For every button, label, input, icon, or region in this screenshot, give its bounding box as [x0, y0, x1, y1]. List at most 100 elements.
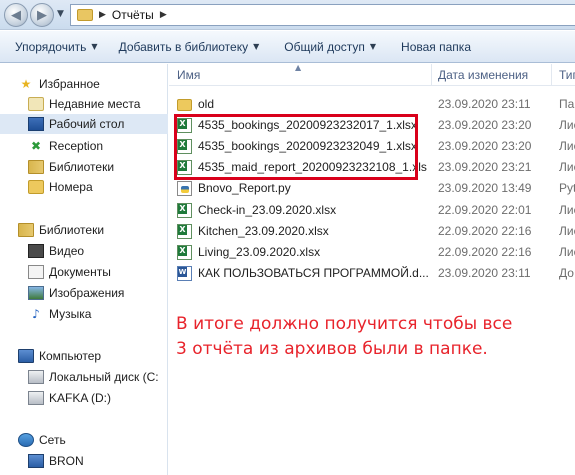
sidebar-item-desktop[interactable]: Рабочий стол: [0, 114, 168, 134]
folder-icon: [28, 180, 44, 194]
back-arrow-icon: ◀: [11, 7, 21, 23]
file-name: Bnovo_Report.py: [198, 181, 291, 195]
folder-icon: [77, 9, 93, 21]
file-type: Лис: [559, 245, 575, 259]
file-date: 22.09.2020 22:01: [438, 203, 532, 217]
sidebar-group-label: Компьютер: [39, 349, 102, 363]
sidebar-item-pictures[interactable]: Изображения: [0, 283, 168, 303]
excel-file-icon: [177, 203, 192, 218]
file-name: Kitchen_23.09.2020.xlsx: [198, 224, 329, 238]
back-button[interactable]: ◀: [4, 3, 28, 27]
sidebar-item-local-disk-c[interactable]: Локальный диск (C:: [0, 367, 168, 387]
file-date: 22.09.2020 22:16: [438, 245, 532, 259]
column-divider[interactable]: [551, 64, 552, 86]
column-header-type[interactable]: Тип: [559, 68, 575, 82]
organize-button[interactable]: Упорядочить ▼: [0, 40, 98, 54]
annotation-line: 3 отчёта из архивов были в папке.: [176, 339, 488, 359]
file-type: Лис: [559, 160, 575, 174]
sidebar-item-label: Изображения: [49, 286, 125, 300]
star-icon: ★: [20, 77, 32, 91]
add-to-library-button[interactable]: Добавить в библиотеку ▼: [98, 40, 260, 54]
file-name: old: [198, 97, 215, 111]
file-type: Pyt: [559, 181, 575, 195]
sidebar-group-label: Избранное: [39, 77, 100, 91]
drive-icon: [28, 391, 44, 405]
forward-button[interactable]: ▶: [30, 3, 54, 27]
column-header-name[interactable]: Имя: [177, 68, 200, 82]
sidebar-group-network[interactable]: Сеть: [0, 430, 168, 450]
sidebar-item-label: BRON: [49, 454, 84, 468]
sidebar-item-label: Reception: [49, 139, 104, 153]
annotation-text: В итоге должно получится чтобы все 3 отч…: [176, 312, 556, 362]
excel-file-icon: [177, 245, 192, 260]
file-name: КАК ПОЛЬЗОВАТЬСЯ ПРОГРАММОЙ.d...: [198, 266, 429, 280]
reception-shortcut-icon: ✖: [30, 139, 42, 153]
add-to-library-label: Добавить в библиотеку: [118, 39, 249, 54]
file-row[interactable]: Check-in_23.09.2020.xlsx 22.09.2020 22:0…: [169, 200, 575, 220]
file-date: 22.09.2020 22:16: [438, 224, 532, 238]
file-type: До: [559, 266, 574, 280]
sidebar-item-nomera[interactable]: Номера: [0, 177, 168, 197]
sidebar-item-label: Недавние места: [49, 97, 141, 111]
new-folder-label: Новая папка: [401, 39, 471, 54]
file-date: 23.09.2020 23:20: [438, 118, 532, 132]
network-icon: [18, 433, 34, 447]
sidebar-item-bron[interactable]: BRON: [0, 451, 168, 471]
sidebar-item-label: Музыка: [49, 307, 92, 321]
file-type: Лис: [559, 224, 575, 238]
folder-icon: [177, 99, 192, 111]
new-folder-button[interactable]: Новая папка: [376, 40, 471, 54]
sidebar-item-recent-places[interactable]: Недавние места: [0, 94, 168, 114]
sidebar-group-libraries[interactable]: Библиотеки: [0, 220, 168, 240]
sidebar-item-video[interactable]: Видео: [0, 241, 168, 261]
highlight-rectangle: [174, 114, 418, 180]
recent-places-icon: [28, 97, 44, 111]
breadcrumb-item[interactable]: Отчёты: [112, 8, 154, 22]
file-type: Лис: [559, 118, 575, 132]
breadcrumb-separator-icon[interactable]: ▶: [99, 10, 106, 20]
sidebar-group-favorites[interactable]: ★ Избранное: [0, 74, 168, 94]
sidebar-item-music[interactable]: ♪ Музыка: [0, 304, 168, 324]
column-divider[interactable]: [431, 64, 432, 86]
file-name: Living_23.09.2020.xlsx: [198, 245, 321, 259]
word-file-icon: [177, 266, 192, 281]
forward-arrow-icon: ▶: [37, 7, 47, 23]
sidebar-group-computer[interactable]: Компьютер: [0, 346, 168, 366]
python-file-icon: [177, 181, 192, 196]
annotation-line: В итоге должно получится чтобы все: [176, 314, 513, 334]
file-type: Лис: [559, 203, 575, 217]
sidebar-item-label: Документы: [49, 265, 111, 279]
file-date: 23.09.2020 23:11: [438, 266, 531, 280]
excel-file-icon: [177, 224, 192, 239]
documents-icon: [28, 265, 44, 279]
sidebar-item-kafka-d[interactable]: KAFKA (D:): [0, 388, 168, 408]
breadcrumb-separator-icon[interactable]: ▶: [160, 10, 167, 20]
recent-pages-dropdown-icon[interactable]: ▼: [57, 9, 64, 19]
organize-label: Упорядочить: [15, 39, 87, 54]
file-type: Лис: [559, 139, 575, 153]
sidebar-item-reception[interactable]: ✖ Reception: [0, 136, 168, 156]
file-row[interactable]: Kitchen_23.09.2020.xlsx 22.09.2020 22:16…: [169, 221, 575, 241]
sidebar-item-documents[interactable]: Документы: [0, 262, 168, 282]
command-bar: Упорядочить ▼ Добавить в библиотеку ▼ Общи…: [0, 31, 575, 63]
address-bar[interactable]: ▶ Отчёты ▶: [70, 4, 575, 26]
file-row[interactable]: Bnovo_Report.py 23.09.2020 13:49 Pyt: [169, 178, 575, 198]
sidebar-group-label: Сеть: [39, 433, 66, 447]
address-bar-row: ◀ ▶ ▼ ▶ Отчёты ▶: [0, 0, 575, 30]
sidebar-item-label: Номера: [49, 180, 93, 194]
sidebar-item-libraries[interactable]: Библиотеки: [0, 157, 168, 177]
pictures-icon: [28, 286, 44, 300]
share-button[interactable]: Общий доступ ▼: [259, 40, 376, 54]
file-type: Па: [559, 97, 575, 111]
sidebar-item-label: Видео: [49, 244, 85, 258]
sidebar-item-label: Библиотеки: [49, 160, 115, 174]
file-row[interactable]: КАК ПОЛЬЗОВАТЬСЯ ПРОГРАММОЙ.d... 23.09.2…: [169, 263, 575, 283]
sidebar-item-label: KAFKA (D:): [49, 391, 112, 405]
file-row[interactable]: Living_23.09.2020.xlsx 22.09.2020 22:16 …: [169, 242, 575, 262]
column-header-date[interactable]: Дата изменения: [438, 68, 528, 82]
file-row[interactable]: old 23.09.2020 23:11 Па: [169, 94, 575, 114]
libraries-icon: [28, 160, 44, 174]
file-name: Check-in_23.09.2020.xlsx: [198, 203, 337, 217]
share-label: Общий доступ: [284, 39, 365, 54]
navigation-pane: ★ Избранное Недавние места Рабочий стол …: [0, 64, 168, 475]
